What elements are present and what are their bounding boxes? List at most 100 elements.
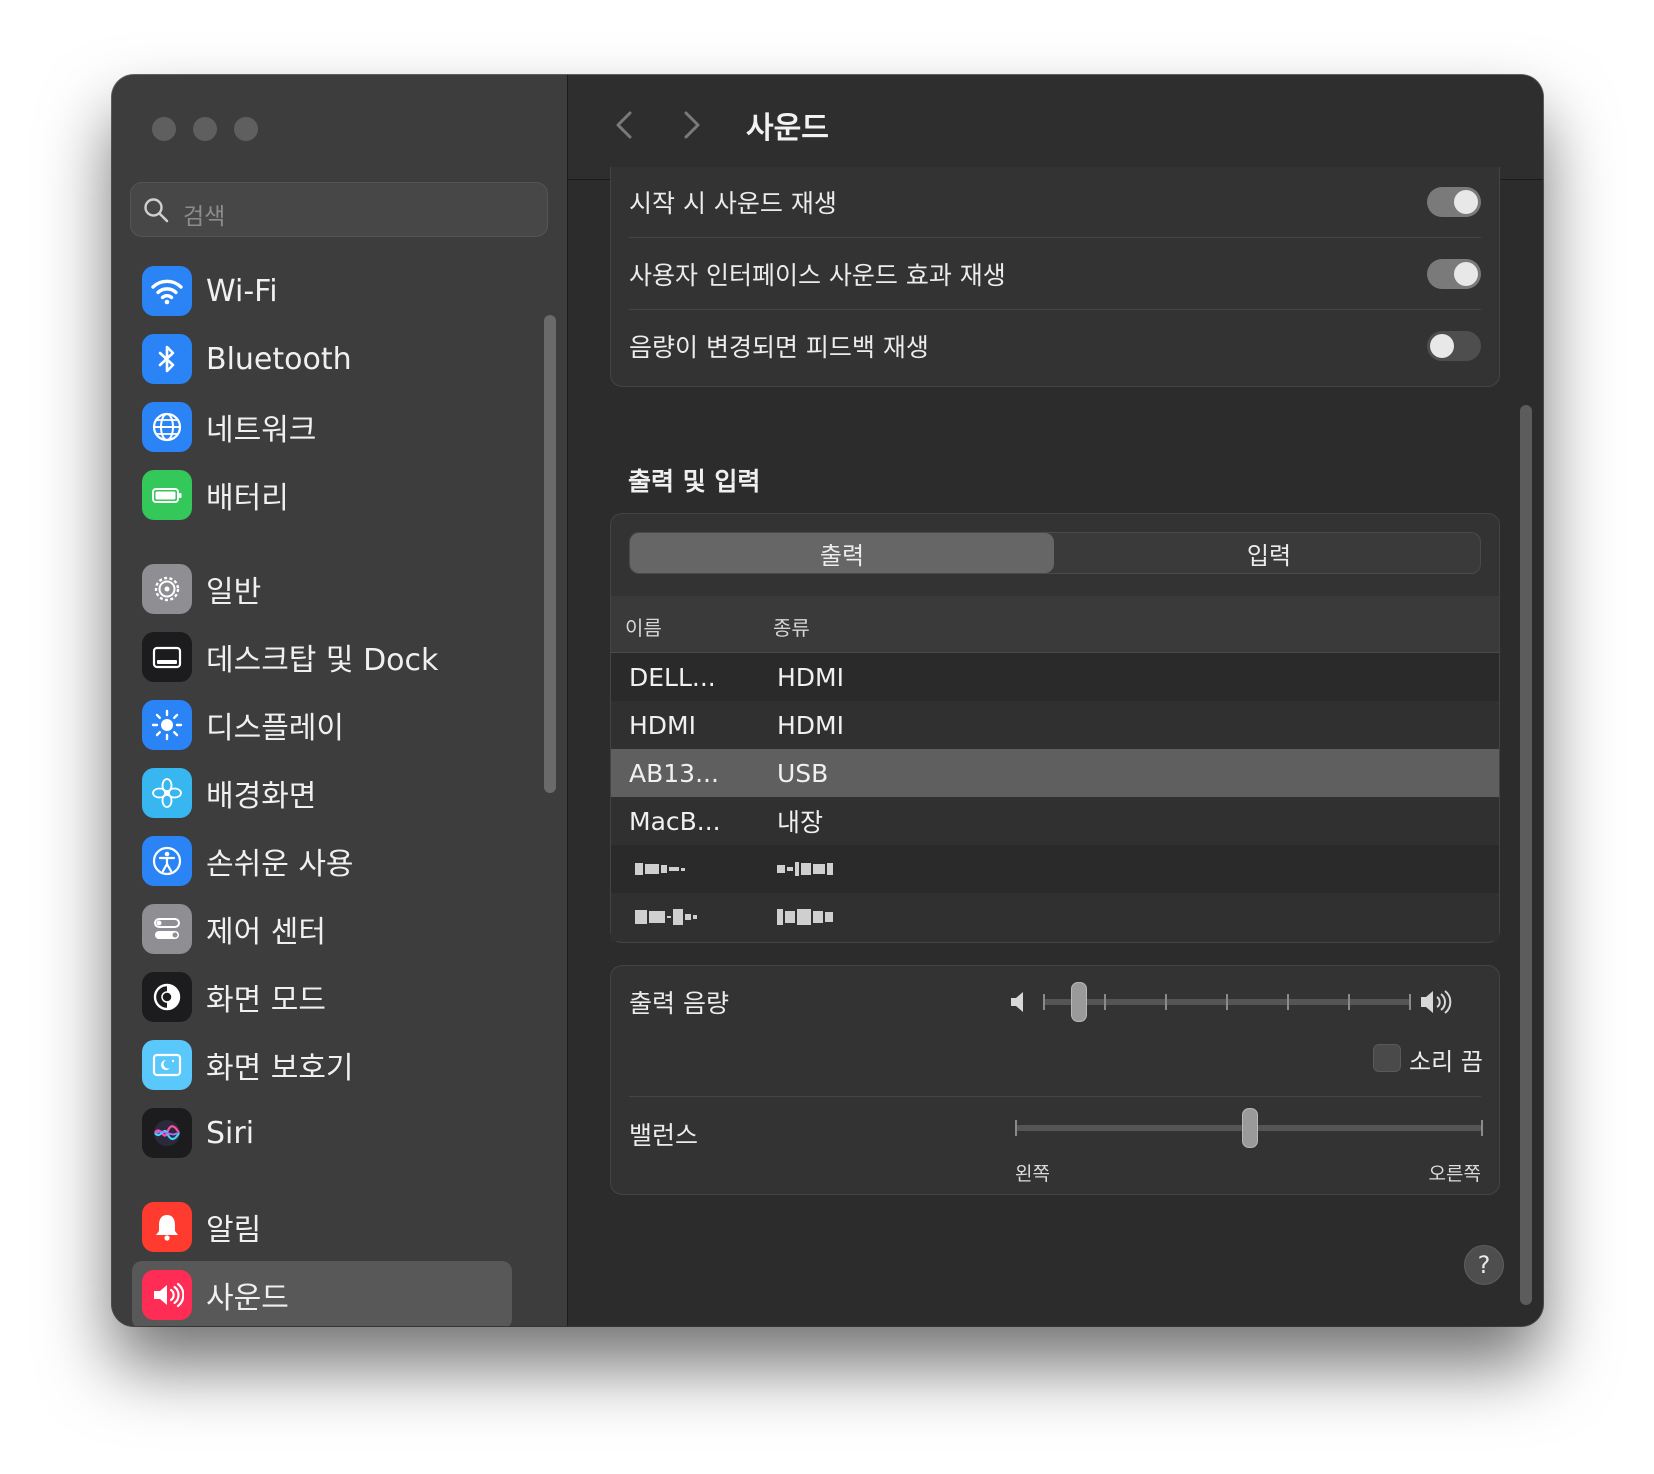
sidebar-scrollbar[interactable] — [544, 315, 556, 793]
close-window-button[interactable] — [152, 117, 176, 141]
slider-tick — [1409, 994, 1411, 1010]
search-placeholder: 검색 — [183, 204, 226, 230]
gear-icon — [142, 564, 192, 614]
slider-tick — [1348, 994, 1350, 1010]
globe-icon — [142, 402, 192, 452]
balance-right-label: 오른쪽 — [1428, 1163, 1481, 1185]
output-input-segmented-control: 출력 입력 — [629, 532, 1481, 574]
main-scrollbar[interactable] — [1520, 405, 1532, 1305]
volume-feedback-row: 음량이 변경되면 피드백 재생 — [629, 311, 1481, 381]
pixelated-text — [777, 862, 833, 876]
sidebar-item-sound[interactable]: 사운드 — [132, 1261, 512, 1326]
mute-checkbox[interactable] — [1373, 1044, 1401, 1072]
search-input[interactable]: 검색 — [130, 182, 548, 237]
pixelated-text — [635, 909, 697, 925]
help-button[interactable]: ? — [1464, 1245, 1504, 1285]
sidebar-item-notifications[interactable]: 알림 — [132, 1193, 532, 1261]
slider-end-tick — [1481, 1120, 1483, 1136]
sidebar-item-label: Wi-Fi — [206, 273, 278, 309]
device-type: 내장 — [777, 808, 824, 837]
column-header-type[interactable]: 종류 — [773, 612, 810, 641]
sidebar-item-general[interactable]: 일반 — [132, 555, 532, 623]
sidebar-item-siri[interactable]: Siri — [132, 1099, 532, 1167]
slider-thumb[interactable] — [1242, 1108, 1258, 1148]
wifi-icon — [142, 266, 192, 316]
startup-sound-toggle[interactable] — [1427, 187, 1481, 217]
table-row[interactable]: DELL... HDMI — [611, 653, 1499, 701]
volume-low-icon — [1011, 992, 1023, 1012]
volume-feedback-toggle[interactable] — [1427, 331, 1481, 361]
output-input-card: 출력 입력 이름 종류 DELL... HDMI HDMI HDMI AB13.… — [610, 513, 1500, 943]
back-button[interactable] — [610, 105, 640, 145]
table-row[interactable]: MacB... 내장 — [611, 797, 1499, 845]
device-type: USB — [777, 758, 829, 788]
startup-sound-label: 시작 시 사운드 재생 — [629, 189, 837, 218]
ui-sound-row: 사용자 인터페이스 사운드 효과 재생 — [629, 239, 1481, 310]
slider-tick — [1104, 994, 1106, 1010]
device-table-header: 이름 종류 — [611, 596, 1499, 653]
volume-feedback-label: 음량이 변경되면 피드백 재생 — [629, 333, 929, 362]
tab-output[interactable]: 출력 — [630, 533, 1054, 573]
column-header-name[interactable]: 이름 — [625, 612, 662, 641]
volume-high-icon — [1421, 990, 1452, 1014]
accessibility-icon — [142, 836, 192, 886]
sidebar-item-label: Siri — [206, 1115, 255, 1151]
balance-slider[interactable] — [1015, 1106, 1483, 1150]
sidebar-item-wallpaper[interactable]: 배경화면 — [132, 759, 532, 827]
main-pane: 사운드 시작 시 사운드 재생 사용자 인터페이스 사운드 효과 재생 음량이 … — [568, 75, 1543, 1326]
slider-tick — [1226, 994, 1228, 1010]
sidebar-item-label: 알림 — [206, 1213, 262, 1248]
battery-icon — [142, 470, 192, 520]
slider-tick — [1043, 994, 1045, 1010]
volume-balance-card: 출력 음량 소리 끔 밸런스 왼쪽 오른쪽 — [610, 965, 1500, 1195]
appearance-icon — [142, 972, 192, 1022]
siri-icon — [142, 1108, 192, 1158]
sidebar-item-screensaver[interactable]: 화면 보호기 — [132, 1031, 532, 1099]
sidebar-item-desktop-dock[interactable]: 데스크탑 및 Dock — [132, 623, 532, 691]
balance-label: 밸런스 — [629, 1121, 699, 1150]
screensaver-icon — [142, 1040, 192, 1090]
sidebar-list: Wi-Fi Bluetooth 네트워크 배터리 일반 데스크탑 및 Dock … — [132, 257, 532, 1326]
slider-thumb[interactable] — [1071, 982, 1087, 1022]
control-center-icon — [142, 904, 192, 954]
sidebar-item-label: 배경화면 — [206, 779, 317, 814]
table-row-obscured[interactable] — [611, 845, 1499, 893]
device-type: HDMI — [777, 710, 844, 740]
sound-effects-card: 시작 시 사운드 재생 사용자 인터페이스 사운드 효과 재생 음량이 변경되면… — [610, 167, 1500, 387]
zoom-window-button[interactable] — [234, 117, 258, 141]
table-row[interactable]: HDMI HDMI — [611, 701, 1499, 749]
sidebar-item-label: 디스플레이 — [206, 711, 344, 746]
settings-window: 검색 Wi-Fi Bluetooth 네트워크 배터리 일반 데스크탑 및 Do… — [112, 75, 1543, 1326]
sidebar-item-network[interactable]: 네트워크 — [132, 393, 532, 461]
startup-sound-row: 시작 시 사운드 재생 — [629, 167, 1481, 238]
tab-input[interactable]: 입력 — [1058, 533, 1480, 573]
section-title: 출력 및 입력 — [628, 467, 761, 496]
output-volume-label: 출력 음량 — [629, 989, 729, 1018]
table-row-obscured[interactable] — [611, 893, 1499, 941]
sidebar-item-wifi[interactable]: Wi-Fi — [132, 257, 532, 325]
sidebar-item-display[interactable]: 디스플레이 — [132, 691, 532, 759]
device-name: MacB... — [629, 806, 721, 836]
page-title: 사운드 — [746, 111, 829, 146]
sidebar-item-bluetooth[interactable]: Bluetooth — [132, 325, 532, 393]
output-volume-slider[interactable] — [1043, 980, 1411, 1024]
sidebar-item-control-center[interactable]: 제어 센터 — [132, 895, 532, 963]
sidebar-item-battery[interactable]: 배터리 — [132, 461, 532, 529]
table-row-selected[interactable]: AB13... USB — [611, 749, 1499, 797]
device-name: AB13... — [629, 758, 719, 788]
search-icon — [144, 198, 169, 223]
minimize-window-button[interactable] — [193, 117, 217, 141]
dock-icon — [142, 632, 192, 682]
balance-left-label: 왼쪽 — [1015, 1163, 1050, 1185]
forward-button[interactable] — [676, 105, 706, 145]
sidebar-item-appearance[interactable]: 화면 모드 — [132, 963, 532, 1031]
sidebar-item-label: 사운드 — [206, 1281, 289, 1316]
speaker-icon — [142, 1270, 192, 1320]
device-type: HDMI — [777, 662, 844, 692]
sidebar-item-label: 네트워크 — [206, 413, 317, 448]
window-controls — [152, 117, 258, 141]
device-name: DELL... — [629, 662, 716, 692]
sidebar-item-label: 화면 보호기 — [206, 1051, 354, 1086]
ui-sound-toggle[interactable] — [1427, 259, 1481, 289]
sidebar-item-accessibility[interactable]: 손쉬운 사용 — [132, 827, 532, 895]
